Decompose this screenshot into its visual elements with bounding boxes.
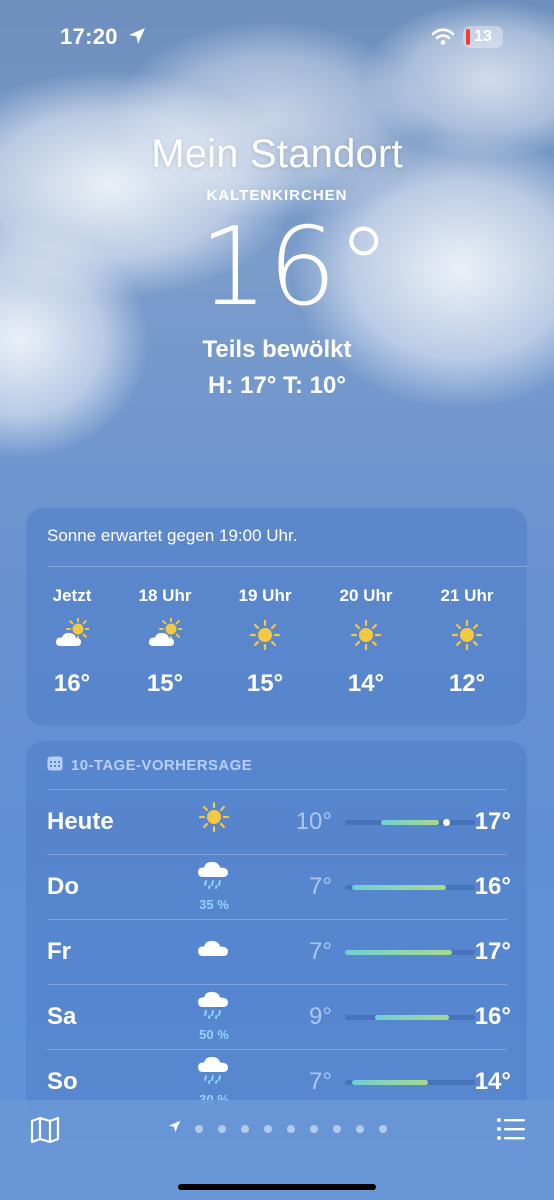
page-dot[interactable] (310, 1125, 318, 1133)
location-arrow-icon (168, 1120, 181, 1138)
current-temp-marker (443, 819, 451, 826)
hourly-forecast-card[interactable]: Sonne erwartet gegen 19:00 Uhr. Jetzt 16… (26, 508, 527, 726)
cloud-icon (182, 930, 246, 969)
hour-temperature: 16° (53, 670, 91, 697)
rain-cloud-icon (182, 857, 246, 896)
wifi-icon (431, 28, 455, 51)
day-name: Fr (47, 938, 71, 965)
low-temperature: 7° (309, 873, 332, 900)
hour-temperature: 15° (146, 670, 184, 697)
hourly-item: Jetzt 16° (32, 586, 112, 698)
hour-temperature: 15° (246, 670, 284, 697)
daily-row[interactable]: Heute 10° 17° (47, 789, 511, 854)
rain-cloud-icon (182, 987, 246, 1026)
hourly-item: 18 Uhr 15° (125, 586, 205, 698)
hour-temperature: 12° (448, 670, 486, 697)
daily-forecast-header: 10-TAGE-VORHERSAGE (47, 756, 252, 775)
partly-cloudy-icon (125, 618, 205, 650)
map-icon[interactable] (30, 1116, 60, 1149)
location-subtitle: KALTENKIRCHEN (206, 187, 348, 204)
low-temperature: 7° (309, 1068, 332, 1095)
high-temperature: 17° (474, 808, 511, 835)
day-name: Sa (47, 1003, 77, 1030)
temperature-range-bar (345, 819, 475, 826)
high-temperature: 16° (474, 1003, 511, 1030)
temperature-range-fill (351, 885, 447, 890)
page-dot[interactable] (241, 1125, 249, 1133)
precipitation-chance: 35 % (199, 897, 229, 912)
page-dot[interactable] (356, 1125, 364, 1133)
temperature-range-bar (345, 885, 475, 890)
page-dot[interactable] (264, 1125, 272, 1133)
high-low: H: 17° T: 10° (208, 372, 346, 399)
list-icon[interactable] (496, 1117, 526, 1146)
hourly-item: 21 Uhr 12° (427, 586, 507, 698)
home-indicator[interactable] (178, 1184, 376, 1190)
hour-label: 18 Uhr (138, 586, 192, 605)
high-temperature: 14° (474, 1068, 511, 1095)
hour-label: 20 Uhr (339, 586, 393, 605)
hour-temperature: 14° (347, 670, 385, 697)
temperature-range-fill (345, 950, 452, 955)
daily-row[interactable]: Do 35 % 7° 16° (47, 854, 511, 919)
hour-label: 21 Uhr (440, 586, 494, 605)
day-name: So (47, 1068, 78, 1095)
temperature-range-bar (345, 1080, 475, 1085)
status-time: 17:20 (60, 24, 118, 49)
location-arrow-icon (128, 27, 146, 50)
low-temperature: 9° (309, 1003, 332, 1030)
page-dot[interactable] (287, 1125, 295, 1133)
location-title: Mein Standort (151, 132, 403, 176)
temperature-range-fill (374, 1015, 449, 1020)
high-temperature: 16° (474, 873, 511, 900)
hourly-item: 20 Uhr 14° (326, 586, 406, 698)
sun-icon (182, 800, 246, 839)
sun-icon (225, 619, 305, 651)
page-indicator[interactable] (168, 1120, 402, 1138)
hour-label: Jetzt (52, 586, 92, 605)
page-dot[interactable] (195, 1125, 203, 1133)
sun-icon (326, 619, 406, 651)
daily-forecast-title: 10-TAGE-VORHERSAGE (71, 757, 253, 774)
battery-indicator: 13 (463, 26, 503, 48)
hourly-item: 19 Uhr 15° (225, 586, 305, 698)
daily-row[interactable]: Fr 7° 17° (47, 919, 511, 984)
current-weather: Mein Standort KALTENKIRCHEN 16° Teils be… (0, 132, 554, 400)
hour-label: 19 Uhr (238, 586, 292, 605)
daily-row[interactable]: Sa 50 % 9° 16° (47, 984, 511, 1049)
temperature-range-bar (345, 1015, 475, 1020)
day-name: Do (47, 873, 79, 900)
rain-cloud-icon (182, 1052, 246, 1091)
current-condition: Teils bewölkt (202, 336, 352, 363)
low-temperature: 10° (295, 808, 332, 835)
battery-level: 13 (474, 28, 492, 45)
high-temperature: 17° (474, 938, 511, 965)
precipitation-chance: 50 % (199, 1027, 229, 1042)
bottom-toolbar (0, 1100, 554, 1200)
partly-cloudy-icon (32, 618, 112, 650)
temperature-range-bar (345, 950, 475, 955)
sun-icon (427, 619, 507, 651)
status-bar: 17:20 13 (0, 0, 554, 76)
day-name: Heute (47, 808, 114, 835)
divider (47, 566, 527, 567)
current-temperature: 16° (199, 205, 391, 330)
temperature-range-fill (351, 1080, 429, 1085)
page-dot[interactable] (379, 1125, 387, 1133)
low-temperature: 7° (309, 938, 332, 965)
temperature-range-fill (381, 820, 439, 825)
page-dot[interactable] (333, 1125, 341, 1133)
calendar-icon (47, 756, 63, 775)
daily-forecast-card[interactable]: 10-TAGE-VORHERSAGE Heute 10° 17° Do 35 % 7° 1… (26, 741, 527, 1141)
page-dot[interactable] (218, 1125, 226, 1133)
hourly-summary: Sonne erwartet gegen 19:00 Uhr. (47, 526, 298, 545)
